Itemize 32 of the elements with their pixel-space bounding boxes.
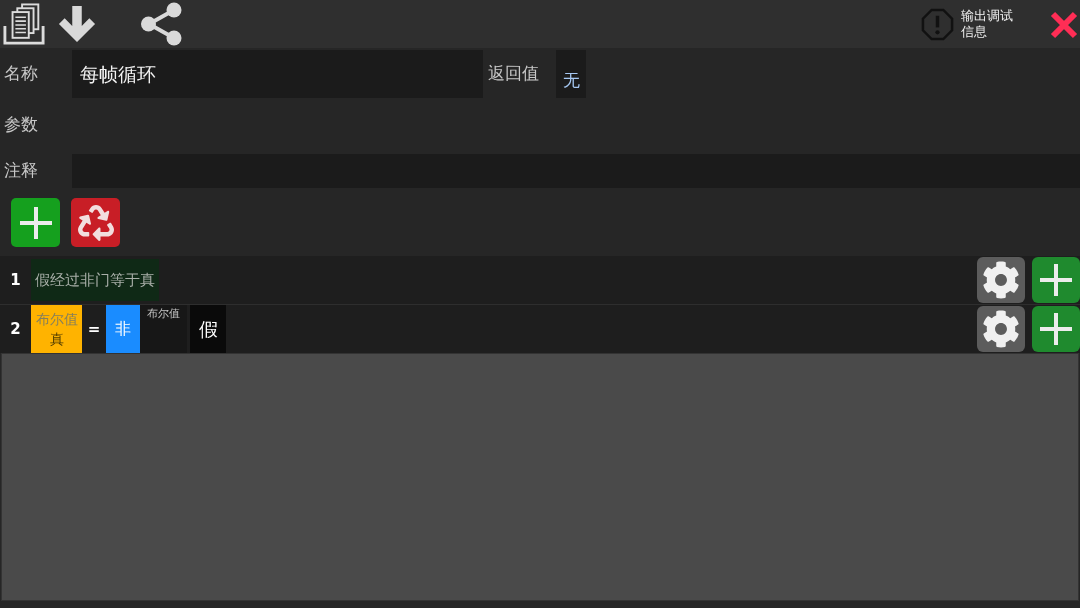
value-block[interactable]: 假: [190, 305, 226, 353]
gear-icon: [982, 310, 1020, 348]
documents-icon[interactable]: [3, 2, 45, 46]
comment-block[interactable]: 假经过非门等于真: [31, 259, 159, 301]
debug-output-label[interactable]: 输出调试信息: [961, 8, 1017, 40]
name-label: 名称: [3, 62, 39, 86]
share-icon[interactable]: [140, 2, 182, 46]
download-arrow-icon[interactable]: [58, 5, 96, 43]
line-number: 1: [9, 269, 22, 291]
name-field[interactable]: 每帧循环: [72, 50, 483, 98]
recycle-icon: [77, 204, 114, 241]
plus-icon: [1040, 313, 1072, 345]
plus-icon: [19, 206, 52, 239]
parameter-slot[interactable]: 布尔值: [140, 305, 187, 353]
comment-label: 注释: [3, 159, 39, 183]
close-icon[interactable]: [1050, 10, 1078, 39]
recycle-button[interactable]: [71, 198, 120, 247]
return-value-label: 返回值: [487, 62, 540, 86]
operator-symbol: =: [86, 318, 102, 340]
variable-name: 真: [49, 330, 64, 348]
gear-icon: [982, 261, 1020, 299]
add-line-button[interactable]: [1032, 306, 1080, 352]
variable-type: 布尔值: [35, 310, 78, 328]
settings-button[interactable]: [977, 306, 1025, 352]
line-number: 2: [9, 318, 22, 340]
variable-block[interactable]: 布尔值 真: [31, 305, 82, 353]
return-value-field[interactable]: 无: [556, 50, 586, 98]
add-line-button[interactable]: [1032, 257, 1080, 303]
params-label: 参数: [3, 113, 38, 137]
plus-icon: [1040, 264, 1072, 296]
settings-button[interactable]: [977, 257, 1025, 303]
add-button[interactable]: [11, 198, 60, 247]
